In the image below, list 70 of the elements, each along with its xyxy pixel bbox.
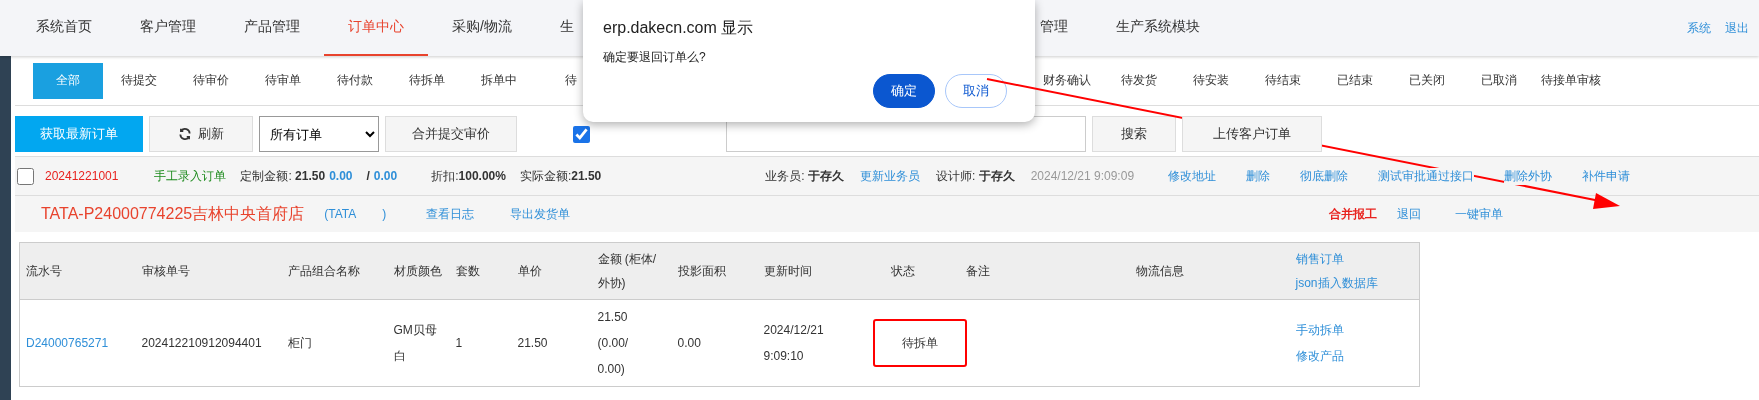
merge-submit-button[interactable]: 合并提交审价 xyxy=(385,116,517,152)
column-header: 产品组合名称 xyxy=(287,263,360,280)
nav-item[interactable]: 采购/物流 xyxy=(428,0,536,56)
nav-item[interactable]: 系统首页 xyxy=(12,0,116,56)
column-header: 更新时间 xyxy=(763,263,812,280)
nav-item[interactable]: 订单中心 xyxy=(324,0,428,56)
separator: / xyxy=(366,169,370,183)
status-tab[interactable]: 财务确认 xyxy=(1031,62,1103,99)
merge-report-link[interactable]: 合并报工 xyxy=(1329,205,1378,223)
column-header: 套数 xyxy=(455,263,480,280)
nav-item[interactable]: 生产系统模块 xyxy=(1091,0,1224,56)
table-cell-text: 21.50 (0.00/ 0.00) xyxy=(597,309,630,378)
refresh-button[interactable]: 刷新 xyxy=(149,116,253,152)
dialog-title: erp.dakecn.com 显示 xyxy=(603,18,755,38)
table-cell-text: GM贝母白 xyxy=(393,322,438,365)
store-name: TATA-P24000774225吉林中央首府店 xyxy=(41,203,305,224)
nav-item[interactable]: 产品管理 xyxy=(220,0,324,56)
amount-value: 0.00 xyxy=(329,169,353,183)
table-cell-text: 2024/12/21 9:09:10 xyxy=(763,322,825,365)
table-cell-text: 待拆单 xyxy=(901,335,938,352)
discount: 折扣:100.00% xyxy=(431,167,506,185)
salesperson: 业务员: 于存久 xyxy=(765,167,844,185)
status-tab[interactable]: 待审价 xyxy=(175,62,247,99)
search-button[interactable]: 搜索 xyxy=(1092,116,1176,152)
show-checkbox[interactable] xyxy=(573,125,590,143)
order-source: 手工录入订单 xyxy=(154,167,227,185)
order-number: 20241221001 xyxy=(45,169,119,183)
status-tab[interactable]: 待付款 xyxy=(319,62,391,99)
column-header: 金额 (柜体/外协) xyxy=(597,251,658,292)
status-tab[interactable]: 已取消 xyxy=(1463,62,1535,99)
column-header: 备注 xyxy=(965,263,990,280)
column-header: 物流信息 xyxy=(1135,263,1184,280)
refresh-icon xyxy=(178,127,192,141)
status-tab[interactable]: 拆单中 xyxy=(463,62,535,99)
confirm-button[interactable]: 确定 xyxy=(873,74,935,108)
table-cell-text: 21.50 xyxy=(517,335,548,352)
custom-amount: 定制金额: 21.50 xyxy=(240,167,326,185)
order-checkbox[interactable] xyxy=(17,167,34,185)
serial-link[interactable]: D24000765271 xyxy=(26,330,109,356)
column-header: 流水号 xyxy=(26,263,62,280)
nav-item[interactable]: 客户管理 xyxy=(116,0,220,56)
column-header: 状态 xyxy=(890,263,915,280)
column-header: 单价 xyxy=(517,263,542,280)
upload-order-button[interactable]: 上传客户订单 xyxy=(1182,116,1322,152)
status-tab[interactable]: 待审单 xyxy=(247,62,319,99)
table-cell-text: 柜门 xyxy=(287,335,312,352)
status-tab[interactable]: 待接单审核 xyxy=(1535,62,1607,99)
actual-amount: 实际金额:21.50 xyxy=(519,167,602,185)
amount-value: 0.00 xyxy=(373,169,398,183)
cancel-button[interactable]: 取消 xyxy=(945,74,1007,108)
status-tab[interactable]: 已结束 xyxy=(1319,62,1391,99)
dialog-message: 确定要退回订单么? xyxy=(603,49,707,66)
table-cell-text: 1 xyxy=(455,335,463,352)
status-tab[interactable]: 待拆单 xyxy=(391,62,463,99)
column-header: 审核单号 xyxy=(141,263,190,280)
status-tab[interactable]: 待结束 xyxy=(1247,62,1319,99)
status-tab[interactable]: 待提交 xyxy=(103,62,175,99)
column-header: 投影面积 xyxy=(677,263,726,280)
table-cell-text: 0.00 xyxy=(677,335,701,352)
status-tab[interactable]: 已关闭 xyxy=(1391,62,1463,99)
order-filter-select[interactable]: 所有订单 xyxy=(259,116,379,152)
status-tab[interactable]: 待发货 xyxy=(1103,62,1175,99)
column-header: 材质颜色 xyxy=(393,263,442,280)
status-tab[interactable]: 待安装 xyxy=(1175,62,1247,99)
order-time: 2024/12/21 9:09:09 xyxy=(1030,169,1135,183)
table-cell-text: 202412210912094401 xyxy=(141,335,262,352)
customer-name: (TATA ) xyxy=(324,207,387,221)
designer: 设计师: 于存久 xyxy=(935,167,1015,185)
row-action-link[interactable]: 手动拆单 xyxy=(1295,323,1344,337)
row-action-link[interactable]: 修改产品 xyxy=(1295,349,1344,363)
